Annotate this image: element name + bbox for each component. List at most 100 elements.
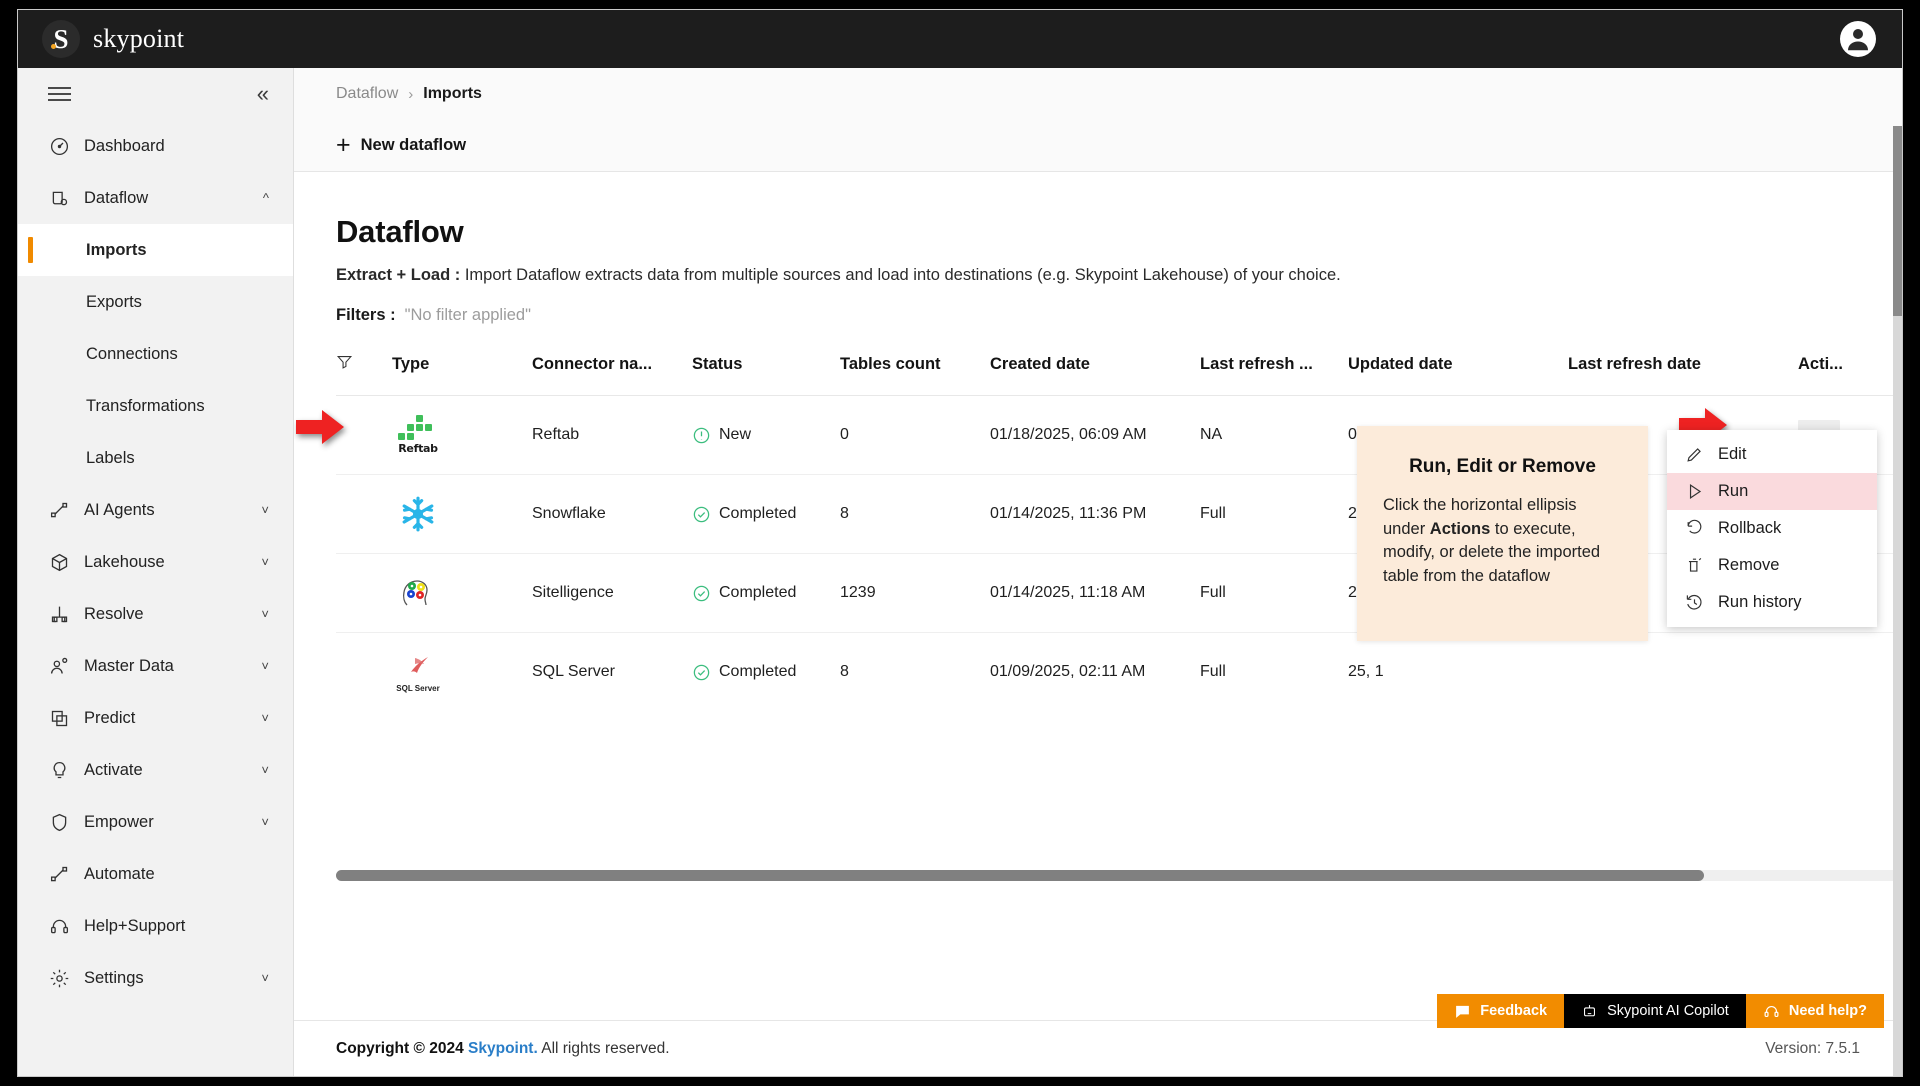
chevron-down-icon: ˅ bbox=[261, 606, 269, 622]
dropdown-item-edit[interactable]: Edit bbox=[1667, 436, 1877, 473]
copyright-prefix: Copyright © 2024 bbox=[336, 1039, 469, 1057]
sidebar-item-activate[interactable]: Activate ˅ bbox=[18, 744, 293, 796]
table-horizontal-scrollbar[interactable] bbox=[336, 870, 1902, 881]
sidebar-item-label: Predict bbox=[84, 708, 136, 727]
column-header-last-refresh-type[interactable]: Last refresh ... bbox=[1200, 353, 1348, 396]
sidebar-item-exports[interactable]: Exports bbox=[18, 276, 293, 328]
page-title: Dataflow bbox=[336, 214, 464, 249]
sidebar-item-dashboard[interactable]: Dashboard bbox=[18, 120, 293, 172]
actions-dropdown-menu: Edit Run Rollback Remove Run history bbox=[1667, 430, 1877, 627]
person-network-icon bbox=[48, 655, 70, 677]
breadcrumb-parent[interactable]: Dataflow bbox=[336, 85, 398, 103]
sidebar-item-ai-agents[interactable]: AI Agents ˅ bbox=[18, 484, 293, 536]
column-header-last-refresh-date[interactable]: Last refresh date bbox=[1568, 353, 1798, 396]
scrollbar-thumb[interactable] bbox=[336, 870, 1704, 881]
sidebar-item-automate[interactable]: Automate bbox=[18, 848, 293, 900]
cell-type: Reftab bbox=[392, 395, 532, 475]
sidebar-subitem-label: Transformations bbox=[86, 396, 205, 415]
new-dataflow-button[interactable]: + New dataflow bbox=[336, 133, 466, 158]
cell-type bbox=[392, 474, 532, 554]
sidebar-item-predict[interactable]: Predict ˅ bbox=[18, 692, 293, 744]
sidebar-item-dataflow[interactable]: Dataflow ^ bbox=[18, 172, 293, 224]
cell-connector-name: Reftab bbox=[532, 395, 692, 475]
dropdown-item-run[interactable]: Run bbox=[1667, 473, 1877, 510]
play-icon bbox=[1689, 484, 1702, 499]
column-header-tables-count[interactable]: Tables count bbox=[840, 353, 990, 396]
filters-value[interactable]: "No filter applied" bbox=[405, 306, 531, 324]
copyright-text: Copyright © 2024 Skypoint. All rights re… bbox=[336, 1040, 670, 1058]
main-content: Dataflow › Imports + New dataflow Datafl… bbox=[294, 68, 1902, 1076]
brand[interactable]: S skypoint bbox=[42, 20, 184, 58]
chevron-down-icon: ˅ bbox=[261, 554, 269, 570]
cell-last-refresh-type: Full bbox=[1200, 553, 1348, 633]
sidebar-item-imports[interactable]: Imports bbox=[18, 224, 293, 276]
chevron-up-icon: ^ bbox=[262, 190, 269, 206]
cell-connector-name: Snowflake bbox=[532, 474, 692, 554]
cell-tables-count: 1239 bbox=[840, 553, 990, 633]
hamburger-menu-icon[interactable] bbox=[48, 83, 71, 105]
callout-body-bold: Actions bbox=[1429, 519, 1491, 538]
callout-tooltip: Run, Edit or Remove Click the horizontal… bbox=[1357, 426, 1648, 641]
page-vertical-scrollbar[interactable] bbox=[1893, 126, 1902, 1076]
cell-actions bbox=[1798, 633, 1902, 712]
cell-created-date: 01/14/2025, 11:36 PM bbox=[990, 474, 1200, 554]
need-help-button[interactable]: Need help? bbox=[1745, 994, 1884, 1028]
column-header-actions[interactable]: Acti... bbox=[1798, 353, 1902, 396]
sidebar-subitem-label: Exports bbox=[86, 292, 142, 311]
funnel-icon[interactable] bbox=[336, 356, 353, 374]
cell-last-refresh-type: NA bbox=[1200, 395, 1348, 475]
table-row[interactable]: SQL Server SQL Server Completed 8 01/09/… bbox=[336, 633, 1902, 712]
info-circle-icon bbox=[693, 427, 710, 443]
dropdown-item-label: Remove bbox=[1718, 556, 1780, 574]
sidebar-item-master-data[interactable]: Master Data ˅ bbox=[18, 640, 293, 692]
collapse-sidebar-icon[interactable]: « bbox=[257, 83, 269, 105]
app-window: S skypoint « Dashboard Dataflow ^ Import… bbox=[18, 10, 1902, 1076]
user-avatar[interactable] bbox=[1840, 21, 1876, 57]
sidebar-item-label: Dataflow bbox=[84, 188, 149, 207]
dropdown-item-run-history[interactable]: Run history bbox=[1667, 584, 1877, 621]
sidebar-item-transformations[interactable]: Transformations bbox=[18, 380, 293, 432]
column-header-updated-date[interactable]: Updated date bbox=[1348, 353, 1568, 396]
column-header-type[interactable]: Type bbox=[392, 353, 532, 396]
sidebar-item-label: Automate bbox=[84, 864, 155, 883]
gear-icon bbox=[48, 967, 70, 989]
cell-connector-name: SQL Server bbox=[532, 663, 615, 680]
subtitle-rest: Import Dataflow extracts data from multi… bbox=[460, 266, 1341, 284]
bottom-button-group: Feedback Skypoint AI Copilot Need help? bbox=[1437, 994, 1884, 1028]
dropdown-item-remove[interactable]: Remove bbox=[1667, 547, 1877, 584]
skypoint-ai-copilot-button[interactable]: Skypoint AI Copilot bbox=[1564, 994, 1746, 1028]
dropdown-item-rollback[interactable]: Rollback bbox=[1667, 510, 1877, 547]
feedback-button[interactable]: Feedback bbox=[1437, 994, 1565, 1028]
cell-created-date: 01/18/2025, 06:09 AM bbox=[990, 395, 1200, 475]
sidebar-item-settings[interactable]: Settings ˅ bbox=[18, 952, 293, 1004]
content-area: Dataflow Extract + Load : Import Dataflo… bbox=[294, 172, 1902, 881]
sidebar: « Dashboard Dataflow ^ Imports Exports C… bbox=[18, 68, 294, 1076]
column-header-status[interactable]: Status bbox=[692, 353, 840, 396]
feedback-label: Feedback bbox=[1480, 1003, 1548, 1019]
sidebar-item-labels[interactable]: Labels bbox=[18, 432, 293, 484]
sidebar-item-label: Dashboard bbox=[84, 136, 165, 155]
sidebar-item-resolve[interactable]: Resolve ˅ bbox=[18, 588, 293, 640]
chat-icon bbox=[1456, 1005, 1470, 1018]
filters-row: Filters : "No filter applied" bbox=[336, 306, 1902, 325]
sidebar-item-connections[interactable]: Connections bbox=[18, 328, 293, 380]
sidebar-subitem-label: Labels bbox=[86, 448, 135, 467]
copilot-label: Skypoint AI Copilot bbox=[1607, 1003, 1729, 1019]
scrollbar-thumb[interactable] bbox=[1893, 126, 1902, 316]
sidebar-item-help-support[interactable]: Help+Support bbox=[18, 900, 293, 952]
sidebar-item-lakehouse[interactable]: Lakehouse ˅ bbox=[18, 536, 293, 588]
cell-created-date: 01/09/2025, 02:11 AM bbox=[990, 663, 1146, 680]
headset-icon bbox=[48, 915, 70, 937]
brand-letter: S bbox=[53, 23, 69, 54]
sidebar-item-empower[interactable]: Empower ˅ bbox=[18, 796, 293, 848]
skypoint-link[interactable]: Skypoint. bbox=[468, 1040, 538, 1057]
status-label: Completed bbox=[719, 584, 797, 601]
speedometer-icon bbox=[48, 135, 70, 157]
column-header-connector-name[interactable]: Connector na... bbox=[532, 353, 692, 396]
copyright-suffix: All rights reserved. bbox=[537, 1039, 670, 1057]
table-header: Type Connector na... Status Tables count… bbox=[336, 353, 1902, 396]
column-header-created-date[interactable]: Created date bbox=[990, 353, 1200, 396]
check-circle-icon bbox=[693, 506, 710, 522]
filter-column-header[interactable] bbox=[336, 353, 392, 396]
page-subtitle: Extract + Load : Import Dataflow extract… bbox=[336, 266, 1902, 285]
